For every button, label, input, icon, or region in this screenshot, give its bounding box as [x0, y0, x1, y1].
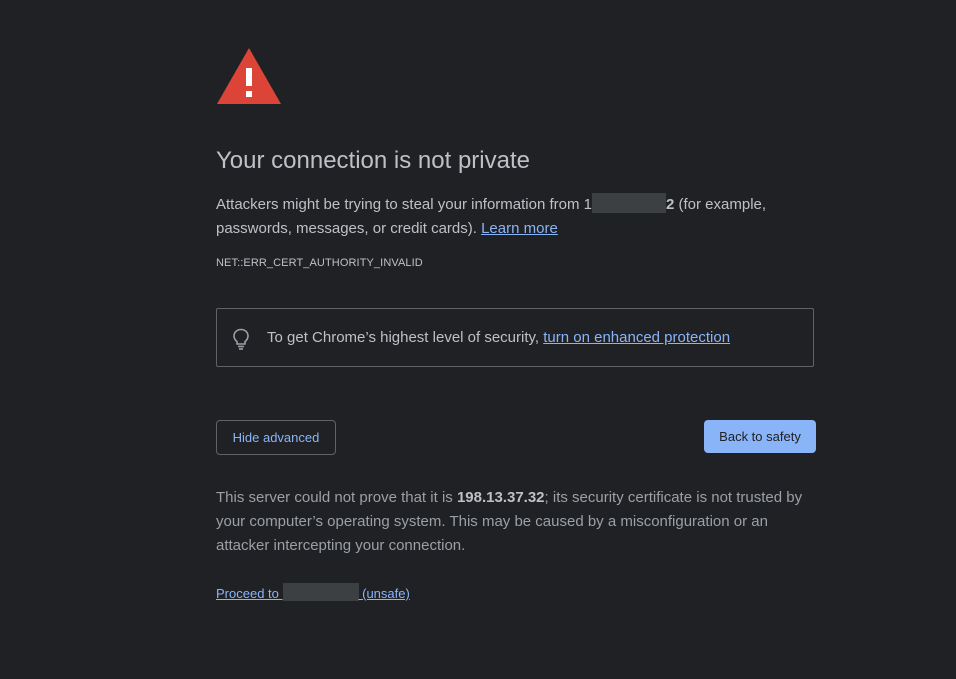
- advanced-details: This server could not prove that it is 1…: [216, 486, 816, 558]
- proceed-suffix: (unsafe): [358, 586, 410, 601]
- lightbulb-icon: [233, 328, 249, 350]
- enhanced-protection-text: To get Chrome’s highest level of securit…: [267, 329, 544, 346]
- details-host: 198.13.37.32: [456, 489, 545, 506]
- redacted-host: [592, 193, 666, 213]
- hide-advanced-button[interactable]: Hide advanced: [216, 420, 336, 455]
- enhanced-protection-message: To get Chrome’s highest level of securit…: [267, 329, 730, 346]
- enhanced-protection-box: To get Chrome’s highest level of securit…: [216, 308, 814, 367]
- enhanced-protection-link[interactable]: turn on enhanced protection: [543, 329, 730, 346]
- back-to-safety-button[interactable]: Back to safety: [704, 420, 816, 453]
- proceed-unsafe-link[interactable]: Proceed to (unsafe): [216, 583, 410, 601]
- learn-more-link[interactable]: Learn more: [481, 220, 558, 237]
- host-start: 1: [583, 196, 592, 213]
- redacted-proceed-host: [282, 583, 359, 601]
- main-message: Attackers might be trying to steal your …: [216, 193, 816, 241]
- page-title: Your connection is not private: [216, 147, 530, 174]
- main-message-prefix: Attackers might be trying to steal your …: [216, 196, 584, 213]
- proceed-prefix: Proceed to: [216, 586, 283, 601]
- proceed-link-row: Proceed to (unsafe): [216, 583, 410, 601]
- error-code: NET::ERR_CERT_AUTHORITY_INVALID: [216, 257, 423, 269]
- warning-triangle-icon: [217, 48, 281, 104]
- details-prefix: This server could not prove that it is: [216, 489, 457, 506]
